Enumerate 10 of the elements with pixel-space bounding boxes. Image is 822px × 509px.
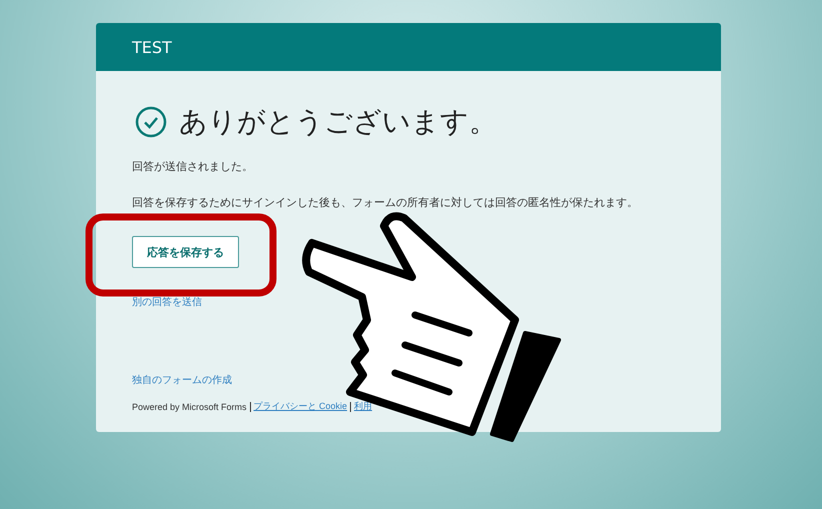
submitted-message: 回答が送信されました。	[132, 159, 254, 174]
anonymity-note: 回答を保存するためにサインインした後も、フォームの所有者に対しては回答の匿名性が保たれます。	[132, 195, 639, 210]
footer-link[interactable]: プライバシーと Cookie	[254, 400, 348, 413]
create-form-link[interactable]: 独自のフォームの作成	[132, 373, 232, 387]
powered-by-text: Powered by Microsoft Forms	[132, 402, 247, 412]
checkmark-icon	[135, 106, 167, 138]
submit-another-link[interactable]: 別の回答を送信	[132, 295, 202, 309]
thank-you-heading: ありがとうございます。	[179, 104, 497, 140]
save-response-button[interactable]: 応答を保存する	[132, 236, 239, 268]
form-title: TEST	[132, 38, 172, 56]
